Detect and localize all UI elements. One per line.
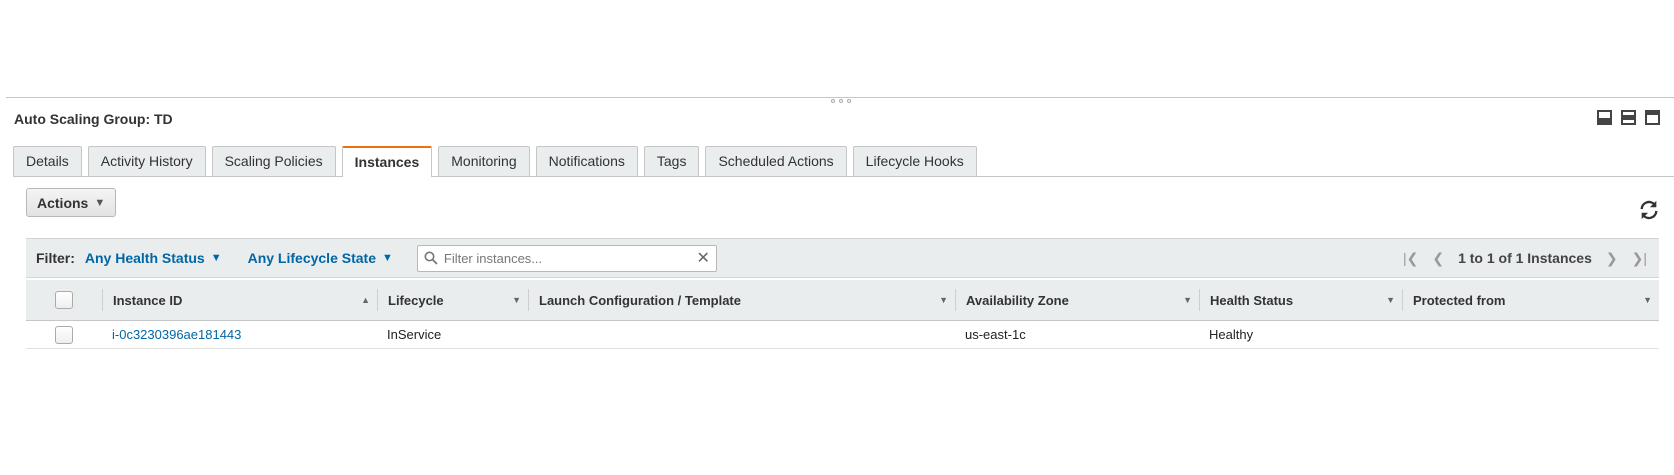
lifecycle-state-dropdown[interactable]: Any Lifecycle State ▼ (248, 250, 393, 266)
tab-activity-history[interactable]: Activity History (87, 146, 206, 176)
next-page-icon[interactable]: ❯ (1606, 250, 1618, 267)
column-header-availability-zone[interactable]: Availability Zone ▼ (955, 289, 1199, 311)
row-select-cell (26, 321, 102, 348)
pagination: |❮ ❮ 1 to 1 of 1 Instances ❯ ❯| (1403, 250, 1647, 267)
protected-from-cell (1402, 321, 1659, 348)
chevron-down-icon: ▼ (94, 196, 106, 209)
previous-page-icon[interactable]: ❮ (1432, 250, 1444, 267)
column-header-label: Launch Configuration / Template (539, 292, 741, 308)
column-header-launch-config[interactable]: Launch Configuration / Template ▼ (528, 289, 955, 311)
instance-id-cell: i-0c3230396ae181443 (102, 321, 377, 348)
tab-monitoring[interactable]: Monitoring (438, 146, 530, 176)
half-panel-icon[interactable] (1621, 110, 1636, 125)
filter-bar: Filter: Any Health Status ▼ Any Lifecycl… (26, 238, 1659, 278)
health-status-cell: Healthy (1209, 327, 1254, 342)
drag-handle[interactable] (826, 99, 856, 107)
table-header: Instance ID ▲ Lifecycle ▼ Launch Configu… (26, 280, 1659, 321)
row-checkbox[interactable] (55, 325, 73, 344)
column-header-label: Protected from (1413, 292, 1506, 308)
tab-details[interactable]: Details (13, 146, 82, 176)
filter-search-box: ✕ (416, 244, 717, 272)
sort-icon: ▼ (1183, 295, 1192, 305)
filter-label: Filter: (36, 250, 75, 266)
column-header-label: Availability Zone (966, 292, 1069, 308)
column-header-instance-id[interactable]: Instance ID ▲ (102, 289, 377, 311)
column-header-lifecycle[interactable]: Lifecycle ▼ (377, 289, 528, 311)
sort-icon: ▼ (939, 295, 948, 305)
select-all-cell (26, 289, 102, 311)
launch-config-cell (528, 321, 955, 348)
column-header-label: Instance ID (113, 292, 183, 308)
column-header-protected-from[interactable]: Protected from ▼ (1402, 289, 1659, 311)
column-header-label: Health Status (1210, 292, 1294, 308)
pagination-text: 1 to 1 of 1 Instances (1458, 250, 1592, 266)
lifecycle-state-dropdown-label: Any Lifecycle State (247, 250, 376, 266)
sort-icon: ▼ (1643, 295, 1652, 305)
sort-icon: ▼ (512, 295, 521, 305)
column-header-health-status[interactable]: Health Status ▼ (1199, 289, 1402, 311)
tab-scaling-policies[interactable]: Scaling Policies (211, 146, 336, 176)
availability-zone-cell: us-east-1c (965, 327, 1026, 342)
sort-icon: ▼ (1386, 295, 1395, 305)
search-icon (424, 251, 438, 265)
column-header-label: Lifecycle (388, 292, 444, 308)
window-controls (1597, 110, 1660, 125)
tab-notifications[interactable]: Notifications (535, 146, 638, 176)
instances-table: Instance ID ▲ Lifecycle ▼ Launch Configu… (26, 280, 1659, 349)
chevron-down-icon: ▼ (381, 252, 393, 264)
filter-instances-input[interactable] (441, 249, 697, 267)
actions-label: Actions (37, 194, 89, 211)
actions-button[interactable]: Actions ▼ (26, 188, 117, 217)
tab-scheduled-actions[interactable]: Scheduled Actions (705, 146, 847, 176)
clear-filter-icon[interactable]: ✕ (696, 248, 709, 268)
minimize-panel-icon[interactable] (1597, 110, 1612, 125)
last-page-icon[interactable]: ❯| (1632, 250, 1647, 267)
tab-tags[interactable]: Tags (643, 146, 700, 176)
sort-ascending-icon: ▲ (361, 295, 370, 305)
refresh-icon[interactable] (1638, 199, 1660, 221)
tab-lifecycle-hooks[interactable]: Lifecycle Hooks (852, 146, 977, 176)
health-status-dropdown[interactable]: Any Health Status ▼ (85, 250, 222, 266)
table-row[interactable]: i-0c3230396ae181443 InService us-east-1c… (26, 321, 1659, 349)
tab-bar: Details Activity History Scaling Policie… (13, 146, 1674, 177)
lifecycle-cell: InService (387, 327, 442, 342)
tab-instances[interactable]: Instances (341, 146, 433, 177)
panel-title: Auto Scaling Group: TD (14, 111, 173, 127)
first-page-icon[interactable]: |❮ (1403, 250, 1418, 267)
chevron-down-icon: ▼ (210, 252, 222, 264)
health-status-dropdown-label: Any Health Status (84, 250, 205, 266)
instance-id-link[interactable]: i-0c3230396ae181443 (112, 327, 241, 342)
maximize-panel-icon[interactable] (1645, 110, 1660, 125)
select-all-checkbox[interactable] (55, 291, 73, 309)
panel-splitter[interactable] (6, 97, 1674, 98)
